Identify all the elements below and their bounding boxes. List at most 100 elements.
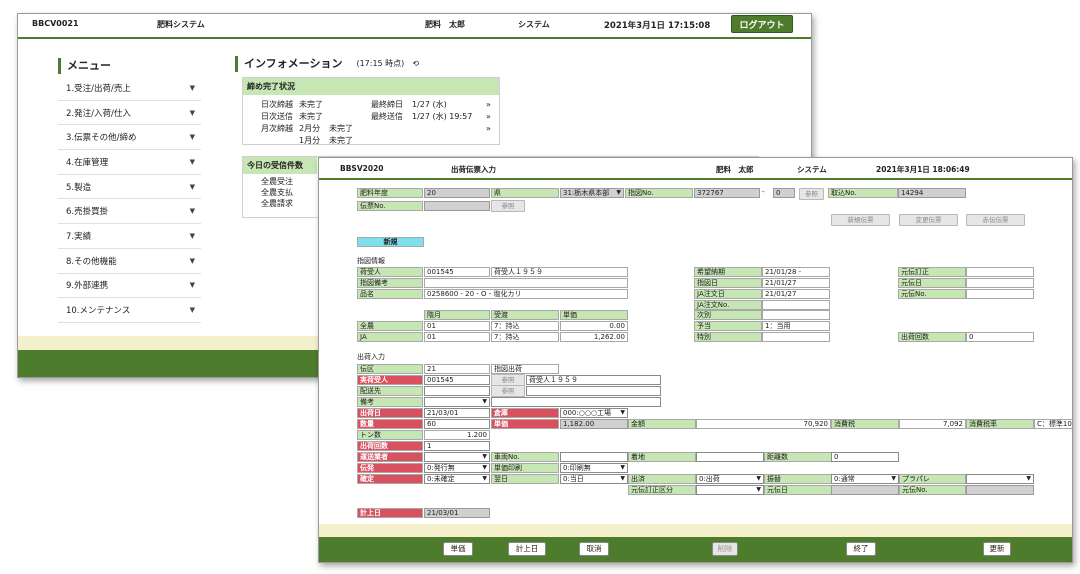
menu-title: メニュー [58, 58, 210, 74]
out-select[interactable]: 0:出荷 ▼ [696, 474, 764, 484]
chevron-down-icon: ▼ [620, 475, 625, 482]
real-consignee-name[interactable]: 荷受人１９５９ [526, 375, 661, 385]
red-slip-button[interactable]: 赤伝伝票 [966, 214, 1025, 226]
menu-item[interactable]: 10.メンテナンス ▼ [58, 298, 201, 323]
footer-button-2[interactable]: 取消 [579, 542, 609, 556]
price-label: 単価 [491, 419, 559, 429]
close-status-row: 月次締越 2月分 未完了 » [243, 122, 499, 134]
close-status-cell: 未完了 [329, 135, 353, 145]
orig-no2-field[interactable] [966, 485, 1034, 495]
fix-select[interactable]: 0:未確定 ▼ [424, 474, 490, 484]
screen-id: BBCV0021 [32, 19, 79, 28]
year-field[interactable]: 20 [424, 188, 490, 198]
orig-date-label: 元伝日 [898, 278, 966, 288]
count-field[interactable]: 1 [424, 441, 490, 451]
ja-rank: 01 [424, 332, 490, 342]
keijo-label: 計上日 [357, 508, 423, 518]
rank-header: 階月 [424, 310, 490, 320]
ship-date-field[interactable]: 21/03/01 [424, 408, 490, 418]
caret-down-icon: ▼ [189, 231, 195, 240]
menu-item[interactable]: 3.伝票その他/締め ▼ [58, 125, 201, 151]
close-status-cell[interactable]: » [486, 100, 491, 109]
den-value: 21 [424, 364, 490, 374]
menu-item[interactable]: 6.売掛買掛 ▼ [58, 199, 201, 225]
order-no-field[interactable]: 372767 [694, 188, 760, 198]
order-sub-field[interactable]: 0 [773, 188, 795, 198]
menu-item[interactable]: 7.実績 ▼ [58, 224, 201, 249]
price-print-select[interactable]: 0:印刷無 ▼ [560, 463, 628, 473]
menu-item[interactable]: 2.発注/入荷/仕入 ▼ [58, 101, 201, 126]
caret-down-icon: ▼ [189, 207, 195, 216]
chevron-down-icon: ▼ [482, 464, 487, 471]
note-field[interactable] [491, 397, 661, 407]
refresh-icon[interactable]: ⟲ [412, 56, 419, 72]
price-field[interactable]: 1,182.00 [560, 419, 628, 429]
caret-down-icon: ▼ [189, 256, 195, 265]
order-ref-button[interactable]: 参照 [799, 188, 824, 200]
chevron-down-icon: ▼ [482, 475, 487, 482]
menu-item[interactable]: 5.製造 ▼ [58, 175, 201, 200]
warehouse-select[interactable]: 000:○○○工場 ▼ [560, 408, 628, 418]
caret-down-icon: ▼ [189, 157, 195, 166]
menu-item-label: 2.発注/入荷/仕入 [66, 108, 131, 119]
remark-field [424, 278, 628, 288]
change-slip-button[interactable]: 変更伝票 [899, 214, 958, 226]
warehouse-label: 倉庫 [491, 408, 559, 418]
price-header: 単価 [560, 310, 628, 320]
note-select[interactable]: ▼ [424, 397, 490, 407]
menu-item[interactable]: 9.外部連携 ▼ [58, 274, 201, 299]
slip-no-field[interactable] [424, 201, 490, 211]
new-slip-button[interactable]: 新規伝票 [831, 214, 890, 226]
truck-label: 車両No. [491, 452, 559, 462]
chevron-down-icon: ▼ [891, 475, 896, 482]
truck-field[interactable] [560, 452, 628, 462]
slip-select[interactable]: 0:発行無 ▼ [424, 463, 490, 473]
dest-name[interactable] [526, 386, 661, 396]
count-label: 出荷回数 [357, 441, 423, 451]
distance-field[interactable]: 0 [831, 452, 899, 462]
intake-no-field[interactable]: 14294 [898, 188, 966, 198]
keijo-field[interactable]: 21/03/01 [424, 508, 490, 518]
close-status-cell[interactable]: » [486, 112, 491, 121]
ja-date-value: 21/01/27 [762, 289, 830, 299]
dest-ref-button[interactable]: 参照 [491, 385, 525, 397]
pallet-select[interactable]: ▼ [966, 474, 1034, 484]
qty-field[interactable]: 60 [424, 419, 490, 429]
remark-label: 指図備考 [357, 278, 423, 288]
real-consignee-label: 実荷受人 [357, 375, 423, 385]
transfer-select[interactable]: 0:通常 ▼ [831, 474, 899, 484]
close-status-cell: 1月分 [299, 135, 321, 145]
price-print-label: 単価印刷 [491, 463, 559, 473]
order-dash: - [760, 188, 770, 198]
arrive-label: 着地 [628, 452, 696, 462]
sameday-select[interactable]: 0:当日 ▼ [560, 474, 628, 484]
menu-item-label: 8.その他機能 [66, 256, 117, 267]
slip-ref-button[interactable]: 参照 [491, 200, 525, 212]
ja-recv: 7：持込 [491, 332, 559, 342]
real-consignee-code[interactable]: 001545 [424, 375, 490, 385]
footer-button-1[interactable]: 計上日 [508, 542, 546, 556]
zennou-rank: 01 [424, 321, 490, 331]
menu-item[interactable]: 4.在庫管理 ▼ [58, 150, 201, 175]
chevron-down-icon: ▼ [482, 398, 487, 405]
ship-section-title: 出荷入力 [357, 353, 385, 361]
dest-code[interactable] [424, 386, 490, 396]
tax-rate-value: C：標準10% [1034, 419, 1072, 429]
carrier-select[interactable]: ▼ [424, 452, 490, 462]
logout-button[interactable]: ログアウト [731, 15, 793, 33]
footer-button-3[interactable]: 削除 [712, 542, 738, 556]
orig-date2-field[interactable] [831, 485, 899, 495]
menu-item[interactable]: 8.その他機能 ▼ [58, 249, 201, 274]
arrive-field[interactable] [696, 452, 764, 462]
caret-down-icon: ▼ [189, 306, 195, 315]
menu-item[interactable]: 1.受注/出荷/売上 ▼ [58, 76, 201, 101]
orig-fix-cls-select[interactable]: ▼ [696, 485, 764, 495]
footer-button-5[interactable]: 更新 [983, 542, 1011, 556]
close-status-cell[interactable]: » [486, 124, 491, 133]
orig-no-value [966, 289, 1034, 299]
prefecture-select[interactable]: 31:栃木県本部 ▼ [560, 188, 624, 198]
footer-button-4[interactable]: 終了 [846, 542, 876, 556]
shipping-slip-window: BBSV2020 出荷伝票入力 肥料 太郎 システム 2021年3月1日 18:… [318, 157, 1073, 563]
plan-value: 1：当用 [762, 321, 830, 331]
footer-button-0[interactable]: 単価 [443, 542, 473, 556]
